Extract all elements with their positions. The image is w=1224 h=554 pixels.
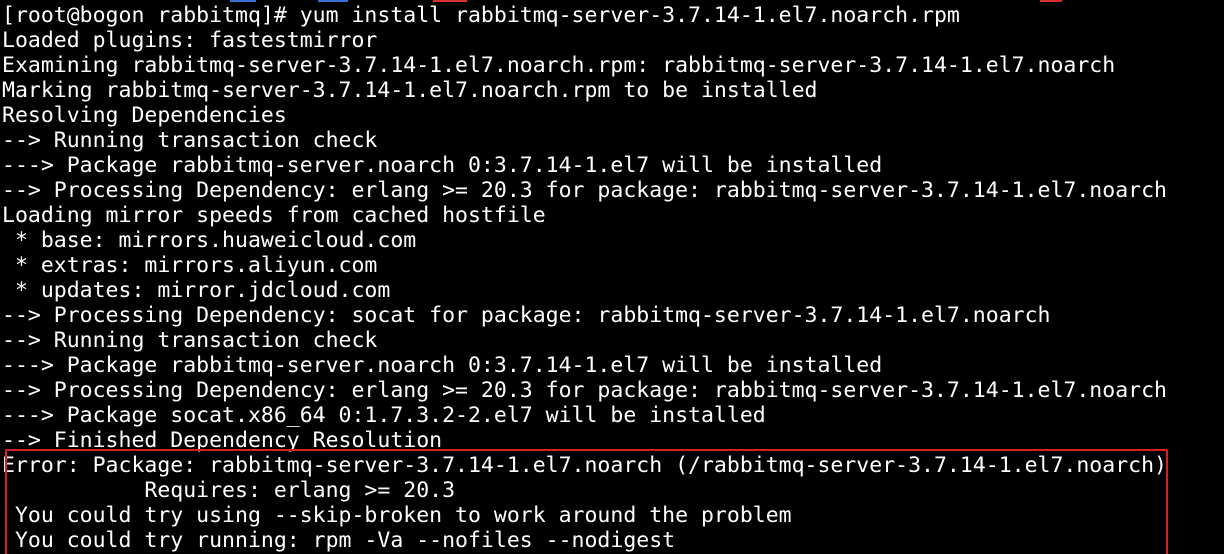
- remnant-mark-blue-1: [230, 0, 256, 2]
- terminal-window[interactable]: [root@bogon rabbitmq]# yum install rabbi…: [0, 0, 1224, 554]
- command-prompt-line: [root@bogon rabbitmq]# yum install rabbi…: [2, 3, 960, 28]
- output-line-dependency-3: --> Processing Dependency: erlang >= 20.…: [2, 378, 1167, 403]
- output-line-check-1: --> Running transaction check: [2, 128, 378, 153]
- error-line-requires: Requires: erlang >= 20.3: [2, 478, 456, 503]
- output-line-mirror-updates: * updates: mirror.jdcloud.com: [2, 278, 391, 303]
- output-line-dependency-1: --> Processing Dependency: erlang >= 20.…: [2, 178, 1167, 203]
- hint-line-skip-broken: You could try using --skip-broken to wor…: [2, 503, 792, 528]
- output-line-finished: --> Finished Dependency Resolution: [2, 428, 443, 453]
- output-line-dependency-2: --> Processing Dependency: socat for pac…: [2, 303, 1051, 328]
- output-line-plugins: Loaded plugins: fastestmirror: [2, 28, 378, 53]
- output-line-marking: Marking rabbitmq-server-3.7.14-1.el7.noa…: [2, 78, 818, 103]
- output-line-package-3: ---> Package socat.x86_64 0:1.7.3.2-2.el…: [2, 403, 766, 428]
- error-line-package: Error: Package: rabbitmq-server-3.7.14-1…: [2, 453, 1167, 478]
- output-line-examining: Examining rabbitmq-server-3.7.14-1.el7.n…: [2, 53, 1116, 78]
- output-line-check-2: --> Running transaction check: [2, 328, 378, 353]
- hint-line-rpm-verify: You could try running: rpm -Va --nofiles…: [2, 528, 676, 553]
- output-line-mirrors: Loading mirror speeds from cached hostfi…: [2, 203, 546, 228]
- remnant-mark-red-1: [433, 0, 467, 2]
- remnant-mark-red-2: [1040, 0, 1062, 2]
- output-line-package-1: ---> Package rabbitmq-server.noarch 0:3.…: [2, 153, 883, 178]
- remnant-mark-blue-2: [318, 0, 348, 2]
- output-line-resolving: Resolving Dependencies: [2, 103, 287, 128]
- output-line-mirror-extras: * extras: mirrors.aliyun.com: [2, 253, 378, 278]
- output-line-package-2: ---> Package rabbitmq-server.noarch 0:3.…: [2, 353, 883, 378]
- output-line-mirror-base: * base: mirrors.huaweicloud.com: [2, 228, 417, 253]
